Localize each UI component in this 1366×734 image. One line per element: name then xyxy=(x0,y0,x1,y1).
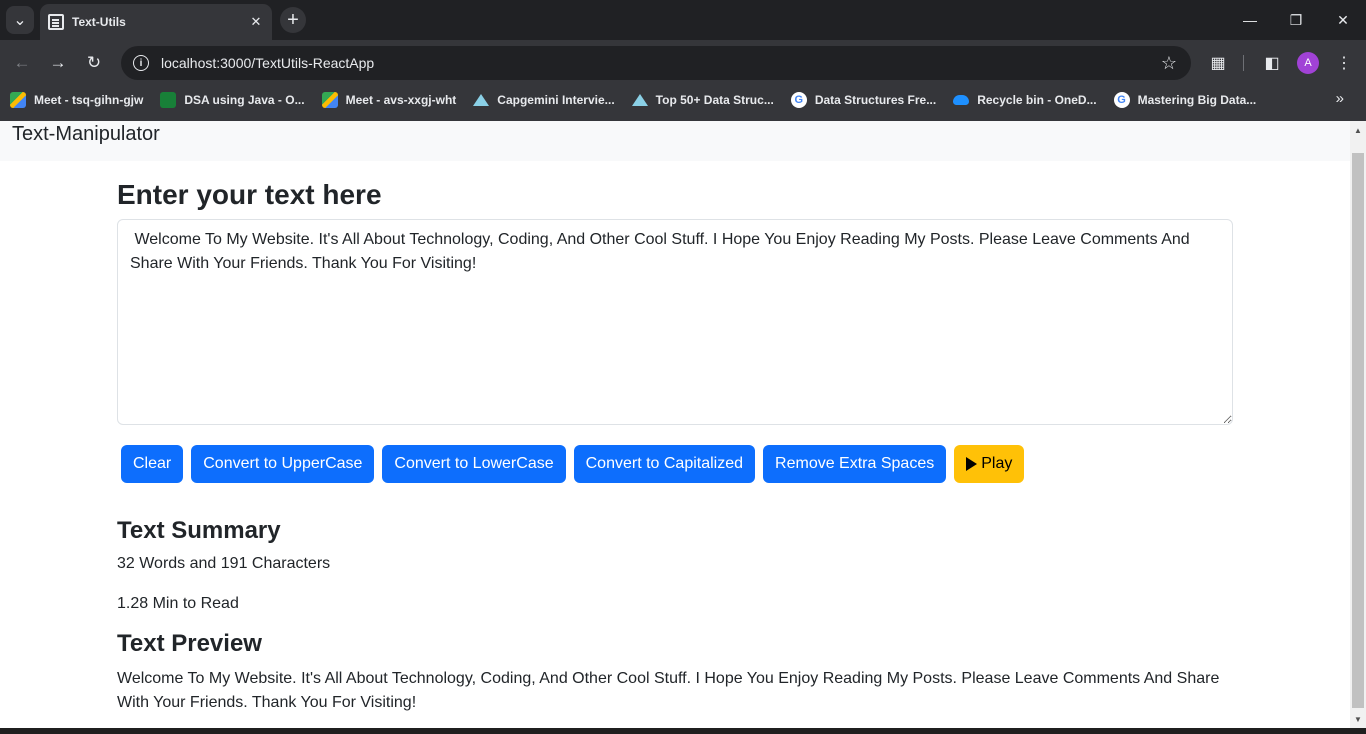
page-viewport: Text-Manipulator Enter your text here We… xyxy=(0,121,1350,728)
tab-title: Text-Utils xyxy=(72,15,126,29)
plus-icon: + xyxy=(287,8,299,31)
arrow-right-icon: → xyxy=(49,53,67,72)
url-text[interactable]: localhost:3000/TextUtils-ReactApp xyxy=(161,55,1161,71)
scroll-down-icon[interactable]: ▼ xyxy=(1350,712,1366,726)
bookmark-label: Capgemini Intervie... xyxy=(497,93,615,107)
back-button[interactable]: ← xyxy=(8,49,36,77)
main-container: Enter your text here Welcome To My Websi… xyxy=(117,177,1233,715)
puzzle-icon: ▦ xyxy=(1210,55,1226,72)
more-vert-icon: ⋮ xyxy=(1336,55,1352,72)
meet-icon xyxy=(321,92,338,108)
more-bookmarks-icon[interactable]: » xyxy=(1336,90,1344,107)
page-favicon-icon xyxy=(48,14,64,30)
bookmark-label: Data Structures Fre... xyxy=(814,93,937,107)
profile-avatar[interactable]: A xyxy=(1297,52,1319,74)
forward-button[interactable]: → xyxy=(44,49,72,77)
close-tab-icon[interactable]: ✕ xyxy=(246,12,266,32)
browser-tab-bar: ⌄ Text-Utils ✕ + — ❐ ✕ xyxy=(0,0,1366,40)
google-icon: G xyxy=(790,92,807,108)
page-scrollbar[interactable]: ▲ ▼ xyxy=(1350,121,1366,728)
site-info-icon[interactable]: i xyxy=(133,55,149,71)
minimize-icon: — xyxy=(1243,12,1257,28)
restore-icon: ❐ xyxy=(1289,11,1303,28)
side-panel-button[interactable]: ◧ xyxy=(1258,49,1286,77)
play-button[interactable]: Play xyxy=(954,445,1025,483)
scroll-up-icon[interactable]: ▲ xyxy=(1350,123,1366,137)
summary-heading: Text Summary xyxy=(117,517,281,544)
lowercase-button[interactable]: Convert to LowerCase xyxy=(382,445,566,483)
read-time: 1.28 Min to Read xyxy=(117,595,239,612)
bookmark-label: Recycle bin - OneD... xyxy=(977,93,1097,107)
arrow-left-icon: ← xyxy=(13,53,31,72)
action-buttons: Clear Convert to UpperCase Convert to Lo… xyxy=(121,445,1233,483)
bookmark-star-icon[interactable]: ☆ xyxy=(1161,53,1177,74)
bookmark-item[interactable]: Meet - tsq-gihn-gjw xyxy=(10,92,143,108)
reload-icon: ↻ xyxy=(86,53,102,72)
chevron-down-icon: ⌄ xyxy=(13,12,27,29)
bookmark-item[interactable]: G Data Structures Fre... xyxy=(790,92,937,108)
app-navbar: Text-Manipulator xyxy=(0,121,1350,161)
browser-tab[interactable]: Text-Utils ✕ xyxy=(40,4,272,40)
bookmark-label: Meet - avs-xxgj-wht xyxy=(345,93,457,107)
bookmarks-bar: Meet - tsq-gihn-gjw DSA using Java - O..… xyxy=(0,86,1366,114)
toolbar-divider xyxy=(1243,55,1244,71)
bookmark-label: Meet - tsq-gihn-gjw xyxy=(34,93,144,107)
preview-heading: Text Preview xyxy=(117,630,262,657)
address-bar[interactable]: i localhost:3000/TextUtils-ReactApp ☆ xyxy=(121,46,1191,80)
close-icon: ✕ xyxy=(1337,11,1349,28)
meet-icon xyxy=(10,92,26,108)
scrollbar-thumb[interactable] xyxy=(1352,153,1364,708)
remove-spaces-button[interactable]: Remove Extra Spaces xyxy=(763,445,947,483)
bookmark-item[interactable]: Recycle bin - OneD... xyxy=(953,93,1097,107)
tab-search-button[interactable]: ⌄ xyxy=(6,6,34,34)
word-char-count: 32 Words and 191 Characters xyxy=(117,555,331,572)
clear-button[interactable]: Clear xyxy=(121,445,184,483)
new-tab-button[interactable]: + xyxy=(280,7,306,33)
extensions-button[interactable]: ▦ xyxy=(1204,49,1232,77)
browser-toolbar: ← → ↻ i localhost:3000/TextUtils-ReactAp… xyxy=(0,40,1366,86)
preview-text: Welcome To My Website. It's All About Te… xyxy=(117,670,1220,711)
dsa-icon xyxy=(160,92,177,108)
triangle-icon xyxy=(631,94,648,106)
menu-button[interactable]: ⋮ xyxy=(1330,49,1358,77)
play-icon xyxy=(966,457,978,471)
bookmark-item[interactable]: DSA using Java - O... xyxy=(160,92,305,108)
navbar-brand[interactable]: Text-Manipulator xyxy=(12,123,160,146)
triangle-icon xyxy=(473,94,490,106)
text-input[interactable]: Welcome To My Website. It's All About Te… xyxy=(117,219,1233,425)
reload-button[interactable]: ↻ xyxy=(80,49,108,77)
bookmark-item[interactable]: Capgemini Intervie... xyxy=(473,93,615,107)
bookmark-item[interactable]: Meet - avs-xxgj-wht xyxy=(321,92,457,108)
chrome-divider xyxy=(0,114,1366,121)
side-panel-icon: ◧ xyxy=(1264,55,1280,72)
onedrive-icon xyxy=(953,95,970,105)
bookmark-item[interactable]: Top 50+ Data Struc... xyxy=(631,93,774,107)
bookmark-label: Mastering Big Data... xyxy=(1137,93,1257,107)
minimize-button[interactable]: — xyxy=(1227,0,1273,40)
restore-button[interactable]: ❐ xyxy=(1273,0,1319,40)
uppercase-button[interactable]: Convert to UpperCase xyxy=(191,445,375,483)
play-label: Play xyxy=(981,455,1013,472)
bookmark-item[interactable]: G Mastering Big Data... xyxy=(1113,92,1257,108)
os-taskbar xyxy=(0,728,1366,734)
capitalize-button[interactable]: Convert to Capitalized xyxy=(573,445,756,483)
bookmark-label: Top 50+ Data Struc... xyxy=(655,93,774,107)
bookmark-label: DSA using Java - O... xyxy=(184,93,305,107)
google-icon: G xyxy=(1113,92,1130,108)
form-heading: Enter your text here xyxy=(117,179,382,210)
close-window-button[interactable]: ✕ xyxy=(1320,0,1366,40)
